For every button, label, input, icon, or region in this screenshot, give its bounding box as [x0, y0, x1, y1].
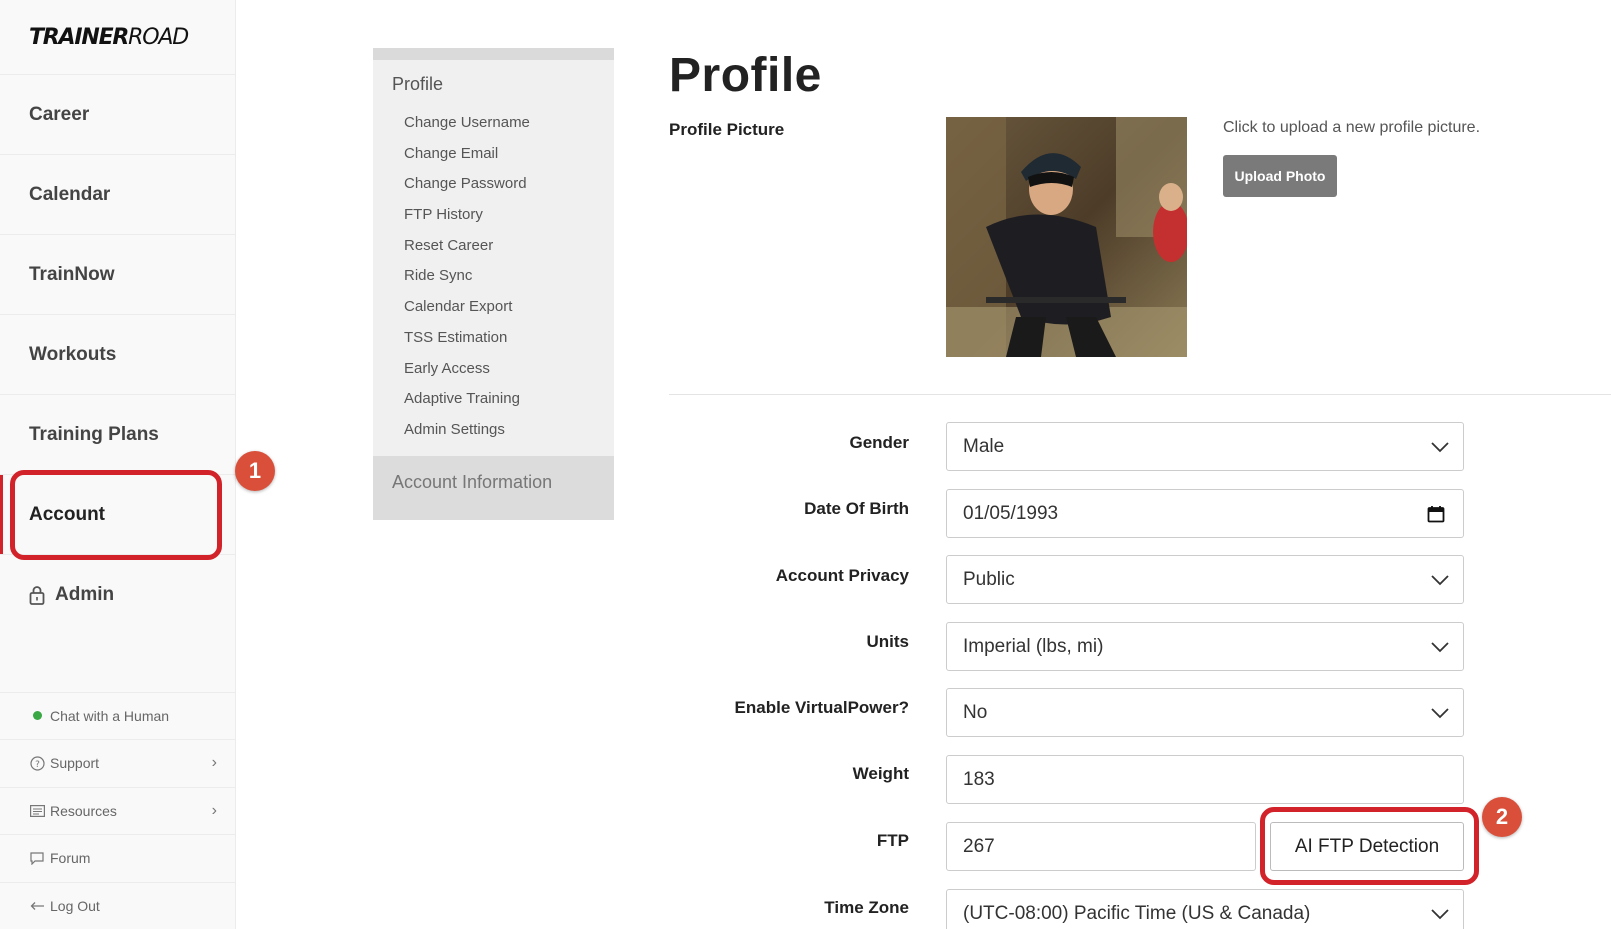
submenu-change-password[interactable]: Change Password [373, 169, 614, 200]
submenu-early-access[interactable]: Early Access [373, 354, 614, 385]
arrow-left-icon [29, 899, 45, 913]
sidebar-item-career[interactable]: Career [0, 75, 235, 155]
submenu-change-username[interactable]: Change Username [373, 108, 614, 139]
units-select[interactable]: Imperial (lbs, mi) [946, 622, 1464, 671]
virtualpower-label: Enable VirtualPower? [734, 698, 909, 717]
account-privacy-label: Account Privacy [775, 566, 909, 585]
submenu-reset-career[interactable]: Reset Career [373, 231, 614, 262]
chevron-down-icon [1431, 441, 1449, 452]
weight-value: 183 [963, 768, 995, 790]
sidebar-item-trainnow[interactable]: TrainNow [0, 235, 235, 315]
date-of-birth-value: 01/05/1993 [963, 502, 1059, 524]
calendar-icon[interactable] [1427, 505, 1445, 523]
step-two-badge: 2 [1482, 797, 1522, 837]
time-zone-label: Time Zone [824, 898, 909, 917]
sidebar-item-calendar[interactable]: Calendar [0, 155, 235, 235]
date-of-birth-label: Date Of Birth [804, 499, 909, 518]
sidebar-item-workouts[interactable]: Workouts [0, 315, 235, 395]
submenu-ftp-history[interactable]: FTP History [373, 200, 614, 231]
weight-label: Weight [852, 764, 909, 783]
ai-ftp-highlight-callout [1260, 807, 1479, 885]
support-link[interactable]: ? Support › [0, 739, 235, 787]
ftp-value: 267 [963, 835, 995, 857]
submenu-admin-settings[interactable]: Admin Settings [373, 415, 614, 446]
account-privacy-value: Public [963, 568, 1015, 590]
step-one-badge: 1 [235, 451, 275, 491]
gender-label: Gender [849, 433, 909, 452]
upload-hint-text: Click to upload a new profile picture. [1223, 119, 1481, 136]
units-value: Imperial (lbs, mi) [963, 635, 1104, 657]
chevron-down-icon [1431, 574, 1449, 585]
chat-with-human-link[interactable]: Chat with a Human [0, 691, 235, 740]
profile-photo[interactable] [946, 117, 1187, 357]
submenu-account-information[interactable]: Account Information [373, 455, 614, 520]
date-of-birth-input[interactable]: 01/05/1993 [946, 489, 1464, 538]
virtualpower-select[interactable]: No [946, 688, 1464, 737]
profile-picture-label: Profile Picture [669, 120, 785, 139]
sidebar: TRAINERROAD Career Calendar TrainNow Wor… [0, 0, 236, 929]
sidebar-item-training-plans[interactable]: Training Plans [0, 395, 235, 475]
question-icon: ? [29, 756, 45, 771]
section-divider [669, 394, 1611, 395]
submenu-adaptive-training[interactable]: Adaptive Training [373, 384, 614, 415]
account-privacy-select[interactable]: Public [946, 555, 1464, 604]
gender-value: Male [963, 435, 1005, 457]
account-highlight-callout [10, 470, 222, 560]
virtualpower-value: No [963, 701, 988, 723]
ftp-input[interactable]: 267 [946, 822, 1256, 871]
log-out-link[interactable]: Log Out [0, 881, 235, 929]
weight-input[interactable]: 183 [946, 755, 1464, 804]
page-title: Profile [669, 49, 822, 102]
resources-link[interactable]: Resources › [0, 786, 235, 835]
chevron-right-icon: › [211, 754, 217, 772]
chevron-down-icon [1431, 641, 1449, 652]
sidebar-item-admin[interactable]: Admin [0, 555, 235, 635]
forum-link[interactable]: Forum [0, 834, 235, 882]
submenu-ride-sync[interactable]: Ride Sync [373, 261, 614, 292]
time-zone-select[interactable]: (UTC-08:00) Pacific Time (US & Canada) [946, 889, 1464, 929]
submenu-title-profile[interactable]: Profile [373, 60, 614, 108]
resources-icon [29, 804, 45, 818]
sidebar-bottom-links: Chat with a Human ? Support › Resources … [0, 691, 235, 929]
trainerroad-logo[interactable]: TRAINERROAD [0, 0, 235, 75]
svg-text:?: ? [35, 760, 40, 770]
chat-bubble-icon [29, 851, 45, 865]
submenu-tss-estimation[interactable]: TSS Estimation [373, 323, 614, 354]
account-submenu: Profile Change Username Change Email Cha… [373, 48, 614, 520]
upload-photo-button[interactable]: Upload Photo [1223, 155, 1337, 197]
status-dot-icon [29, 709, 45, 723]
submenu-calendar-export[interactable]: Calendar Export [373, 292, 614, 323]
chevron-down-icon [1431, 908, 1449, 919]
lock-icon [29, 586, 45, 605]
chevron-right-icon: › [211, 801, 217, 819]
time-zone-value: (UTC-08:00) Pacific Time (US & Canada) [963, 902, 1311, 924]
gender-select[interactable]: Male [946, 422, 1464, 471]
submenu-change-email[interactable]: Change Email [373, 139, 614, 170]
units-label: Units [866, 632, 910, 651]
chevron-down-icon [1431, 707, 1449, 718]
ftp-label: FTP [876, 831, 909, 850]
